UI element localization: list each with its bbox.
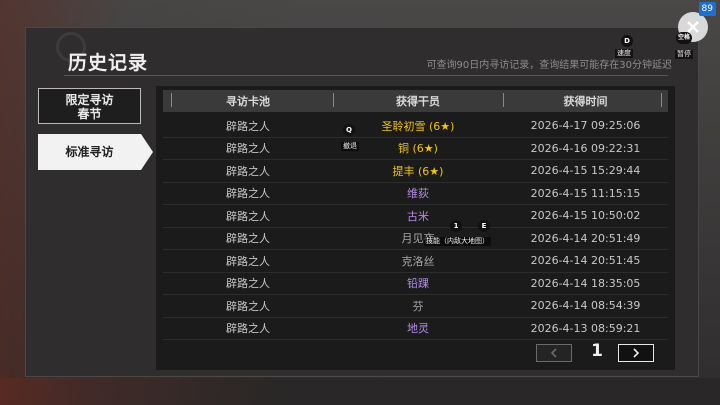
- chevron-right-icon: [633, 348, 640, 358]
- hotkey-space-icon: 空格: [676, 32, 692, 44]
- records-panel: 寻访卡池 获得干员 获得时间 辟路之人 圣聆初雪 (6★) 2026-4-17 …: [156, 86, 675, 370]
- cell-time: 2026-4-15 10:50:02: [530, 209, 641, 223]
- next-page-button[interactable]: [618, 344, 654, 362]
- cell-operator: 维荻: [407, 187, 429, 201]
- cell-time: 2026-4-15 15:29:44: [530, 164, 641, 178]
- table-row: 辟路之人 提丰 (6★) 2026-4-15 15:29:44: [163, 160, 668, 183]
- prev-page-button[interactable]: [536, 344, 572, 362]
- hotkey-q-icon: Q: [343, 124, 355, 136]
- tab-limited-banner[interactable]: 限定寻访 春节: [38, 88, 141, 124]
- cell-time: 2026-4-14 18:35:05: [530, 276, 641, 290]
- hotkey-retreat-label: 撤退: [341, 142, 359, 151]
- cell-time: 2026-4-17 09:25:06: [530, 119, 641, 133]
- cell-operator: 芬: [412, 299, 424, 313]
- table-row: 辟路之人 古米 2026-4-15 10:50:02: [163, 205, 668, 228]
- cell-pool: 辟路之人: [226, 232, 270, 246]
- table-row: 辟路之人 地灵 2026-4-13 08:59:21: [163, 318, 668, 340]
- hotkey-e-icon: E: [478, 220, 490, 232]
- hotkey-skill-label: 技能（内敌大地图）: [424, 237, 491, 246]
- cell-pool: 辟路之人: [226, 119, 270, 133]
- cell-operator: 克洛丝: [401, 254, 435, 268]
- cell-operator: 铅踝: [407, 277, 429, 291]
- table-row: 辟路之人 铜 (6★) 2026-4-16 09:22:31: [163, 138, 668, 160]
- tab-limited-label: 限定寻访: [65, 93, 114, 107]
- cell-pool: 辟路之人: [226, 254, 270, 268]
- table-row: 辟路之人 月见夜 2026-4-14 20:51:49: [163, 228, 668, 250]
- table-body: 辟路之人 圣聆初雪 (6★) 2026-4-17 09:25:06 辟路之人 铜…: [163, 115, 668, 340]
- dialog-title: 历史记录: [68, 52, 149, 74]
- bottom-background-strip: [0, 378, 720, 405]
- cell-pool: 辟路之人: [226, 187, 270, 201]
- cell-pool: 辟路之人: [226, 277, 270, 291]
- cell-time: 2026-4-14 08:54:39: [530, 299, 641, 313]
- cell-operator: 古米: [407, 209, 429, 223]
- history-dialog: 历史记录 可查询90日内寻访记录，查询结果可能存在30分钟延迟 限定寻访 春节 …: [25, 27, 699, 377]
- cell-operator: 提丰 (6★): [392, 164, 444, 178]
- column-header-pool: 寻访卡池: [226, 95, 270, 108]
- table-row: 辟路之人 克洛丝 2026-4-14 20:51:45: [163, 250, 668, 273]
- column-header-time: 获得时间: [563, 95, 608, 108]
- chevron-left-icon: [550, 348, 557, 358]
- title-divider: [64, 75, 668, 76]
- cell-pool: 辟路之人: [226, 299, 270, 313]
- table-row: 辟路之人 芬 2026-4-14 08:54:39: [163, 295, 668, 318]
- current-page-number: 1: [591, 341, 603, 361]
- column-header-operator: 获得干员: [396, 95, 440, 108]
- table-row: 辟路之人 铅踝 2026-4-14 18:35:05: [163, 273, 668, 295]
- cell-pool: 辟路之人: [226, 142, 270, 156]
- tab-standard-label: 标准寻访: [65, 145, 114, 159]
- tab-standard-banner[interactable]: 标准寻访: [38, 134, 153, 170]
- cell-time: 2026-4-16 09:22:31: [530, 141, 641, 155]
- query-notice: 可查询90日内寻访记录，查询结果可能存在30分钟延迟: [426, 60, 672, 71]
- cell-pool: 辟路之人: [226, 209, 270, 223]
- hotkey-pause-label: 暂停: [675, 50, 693, 59]
- fps-badge: 89: [698, 2, 716, 16]
- table-row: 辟路之人 维荻 2026-4-15 11:15:15: [163, 183, 668, 205]
- hotkey-d-icon: D: [621, 35, 633, 47]
- cell-time: 2026-4-13 08:59:21: [530, 321, 641, 335]
- cell-time: 2026-4-15 11:15:15: [530, 186, 641, 200]
- hotkey-speed-label: 速度: [615, 49, 633, 58]
- cell-pool: 辟路之人: [226, 322, 270, 336]
- table-header: 寻访卡池 获得干员 获得时间: [163, 90, 668, 112]
- cell-pool: 辟路之人: [226, 164, 270, 178]
- tab-limited-sublabel: 春节: [77, 107, 102, 121]
- cell-operator: 圣聆初雪 (6★): [381, 119, 455, 133]
- hotkey-1-icon: 1: [450, 220, 462, 232]
- table-row: 辟路之人 圣聆初雪 (6★) 2026-4-17 09:25:06: [163, 115, 668, 138]
- cell-operator: 地灵: [407, 322, 429, 336]
- cell-time: 2026-4-14 20:51:45: [530, 254, 641, 268]
- cell-time: 2026-4-14 20:51:49: [530, 231, 641, 245]
